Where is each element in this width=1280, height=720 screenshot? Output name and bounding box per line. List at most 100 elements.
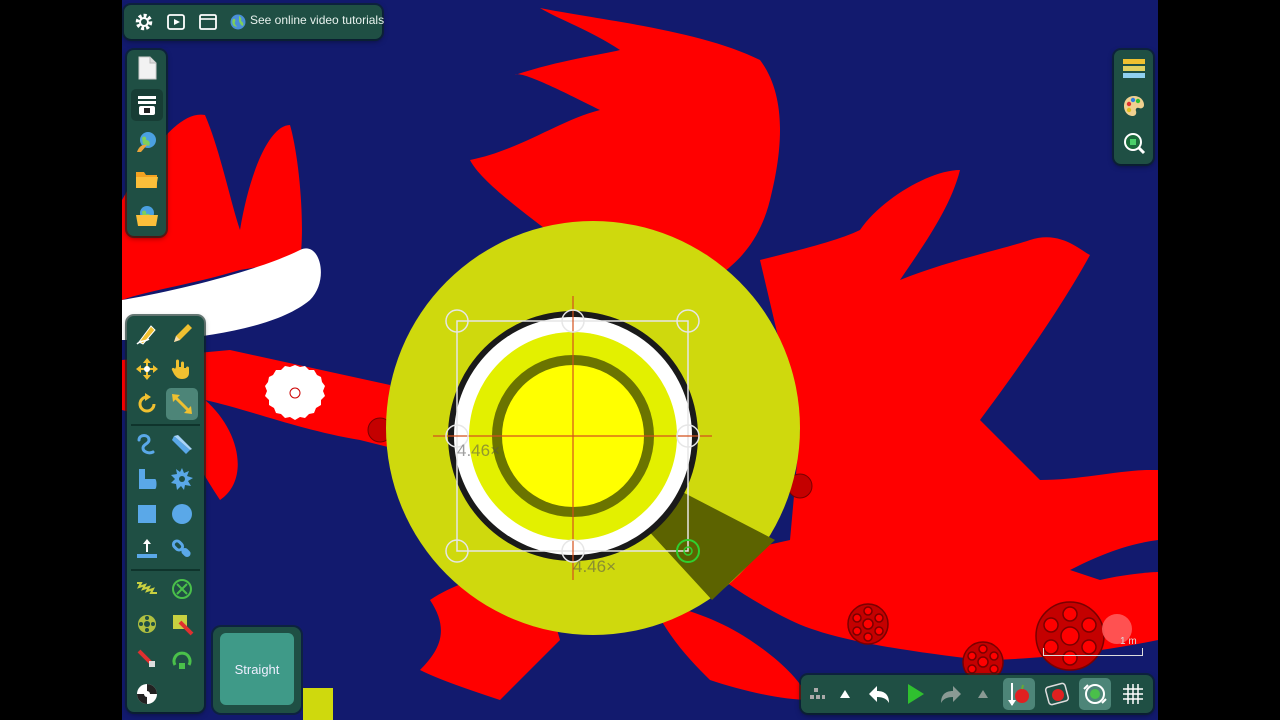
save-icon bbox=[136, 206, 158, 226]
scene-drawing[interactable] bbox=[122, 0, 1158, 720]
spring-tool-icon bbox=[137, 582, 157, 594]
axle-tool-icon bbox=[138, 615, 156, 633]
thruster-tool[interactable] bbox=[166, 643, 198, 675]
grid-icon bbox=[1123, 684, 1143, 704]
tool-panel bbox=[127, 316, 204, 712]
box-tool[interactable] bbox=[131, 498, 163, 530]
axle-tool[interactable] bbox=[131, 608, 163, 640]
palette-button[interactable] bbox=[1118, 90, 1150, 122]
play-tutorial-icon bbox=[167, 14, 185, 30]
zoom-icon bbox=[1124, 133, 1146, 155]
algobox-icon bbox=[137, 132, 156, 152]
scale-factor-label-bottom: 4.46× bbox=[573, 557, 617, 576]
bottom-toolbar bbox=[801, 675, 1153, 713]
wheel-large bbox=[1035, 601, 1105, 671]
knife-tool[interactable] bbox=[166, 428, 198, 460]
expand-redo-button[interactable] bbox=[971, 678, 995, 710]
box-tool-icon bbox=[138, 505, 156, 523]
chain-tool[interactable] bbox=[166, 533, 198, 565]
window-icon bbox=[199, 14, 217, 30]
redo-button[interactable] bbox=[935, 678, 967, 710]
new-scene-icon bbox=[138, 56, 157, 80]
layers-button[interactable] bbox=[1118, 53, 1150, 85]
plane-tool-icon bbox=[137, 539, 157, 558]
sketch-tool-icon bbox=[136, 325, 156, 345]
rope-tool-icon bbox=[137, 434, 155, 455]
rope-tool[interactable] bbox=[131, 428, 163, 460]
air-friction-toggle[interactable] bbox=[1041, 678, 1073, 710]
drag-tool[interactable] bbox=[166, 353, 198, 385]
wheel-small-1 bbox=[847, 603, 889, 645]
straight-option-button[interactable]: Straight bbox=[220, 633, 294, 705]
window-mode-button[interactable] bbox=[192, 6, 224, 38]
tutorial-video-button[interactable] bbox=[160, 6, 192, 38]
undo-icon bbox=[869, 686, 889, 703]
spring-tool[interactable] bbox=[131, 573, 163, 605]
play-button[interactable] bbox=[899, 678, 931, 710]
sketch-tool[interactable] bbox=[131, 318, 163, 350]
simulation-canvas[interactable]: 4.46× 4.46× bbox=[122, 0, 1158, 720]
scale-factor-label-top: 4.46× bbox=[457, 441, 501, 460]
scale-bar bbox=[1043, 648, 1143, 656]
fixate-tool[interactable] bbox=[166, 573, 198, 605]
arrow-up-icon bbox=[978, 690, 988, 698]
zoom-mode-icon bbox=[1083, 684, 1107, 704]
globe-icon bbox=[230, 14, 246, 30]
air-friction-icon bbox=[1044, 682, 1070, 706]
algobox-button[interactable] bbox=[131, 126, 163, 158]
brush-tool[interactable] bbox=[131, 463, 163, 495]
circle-tool[interactable] bbox=[166, 498, 198, 530]
save-button[interactable] bbox=[131, 200, 163, 232]
fixate-tool-icon bbox=[172, 579, 192, 599]
circle-tool-icon bbox=[172, 504, 192, 524]
grid-toggle[interactable] bbox=[1117, 678, 1149, 710]
knife-tool-icon bbox=[172, 435, 192, 454]
laser-tool[interactable] bbox=[131, 643, 163, 675]
gravity-icon bbox=[1008, 683, 1029, 706]
expand-undo-button[interactable] bbox=[833, 678, 857, 710]
drag-tool-icon bbox=[171, 359, 189, 379]
grid-menu-icon bbox=[810, 688, 825, 699]
texture-tool-icon bbox=[137, 684, 157, 704]
online-tutorials-link[interactable]: See online video tutorials bbox=[250, 13, 384, 27]
palette-icon bbox=[1124, 96, 1144, 116]
zoom-button[interactable] bbox=[1118, 127, 1150, 159]
thruster-tool-icon bbox=[172, 651, 192, 669]
pencil-tool-icon bbox=[174, 324, 192, 342]
brush-tool-icon bbox=[139, 469, 157, 489]
redo-icon bbox=[941, 686, 961, 703]
gear-tool-icon bbox=[171, 468, 193, 490]
rotate-tool-icon bbox=[138, 393, 156, 413]
rotate-tool[interactable] bbox=[131, 388, 163, 420]
texture-tool[interactable] bbox=[131, 678, 163, 710]
right-panel bbox=[1114, 50, 1153, 164]
layers-icon bbox=[1123, 59, 1145, 78]
pencil-tool[interactable] bbox=[166, 318, 198, 350]
arrow-up-icon bbox=[840, 690, 850, 698]
chain-tool-icon bbox=[171, 539, 191, 558]
grid-menu-button[interactable] bbox=[801, 678, 833, 710]
open-button[interactable] bbox=[131, 163, 163, 195]
file-panel bbox=[127, 50, 166, 236]
settings-button[interactable] bbox=[128, 6, 160, 38]
new-scene-button[interactable] bbox=[131, 52, 163, 84]
open-folder-icon bbox=[136, 172, 158, 188]
scale-tool-icon bbox=[172, 394, 192, 414]
gear-icon bbox=[135, 13, 153, 31]
scale-tool[interactable] bbox=[166, 388, 198, 420]
gravity-toggle[interactable] bbox=[1003, 678, 1035, 710]
scene-browser-button[interactable] bbox=[131, 89, 163, 121]
undo-button[interactable] bbox=[863, 678, 895, 710]
play-icon bbox=[908, 684, 924, 704]
plane-tool[interactable] bbox=[131, 533, 163, 565]
shape-option-panel: Straight bbox=[213, 627, 301, 713]
move-tool-icon bbox=[136, 358, 158, 380]
tracer-tool[interactable] bbox=[166, 608, 198, 640]
move-tool[interactable] bbox=[131, 353, 163, 385]
top-bar: See online video tutorials bbox=[124, 5, 384, 39]
gear-tool[interactable] bbox=[166, 463, 198, 495]
tracer-tool-icon bbox=[173, 615, 194, 636]
zoom-mode-toggle[interactable] bbox=[1079, 678, 1111, 710]
scale-bar-label: 1 m bbox=[1120, 636, 1137, 647]
laser-tool-icon bbox=[137, 649, 155, 667]
